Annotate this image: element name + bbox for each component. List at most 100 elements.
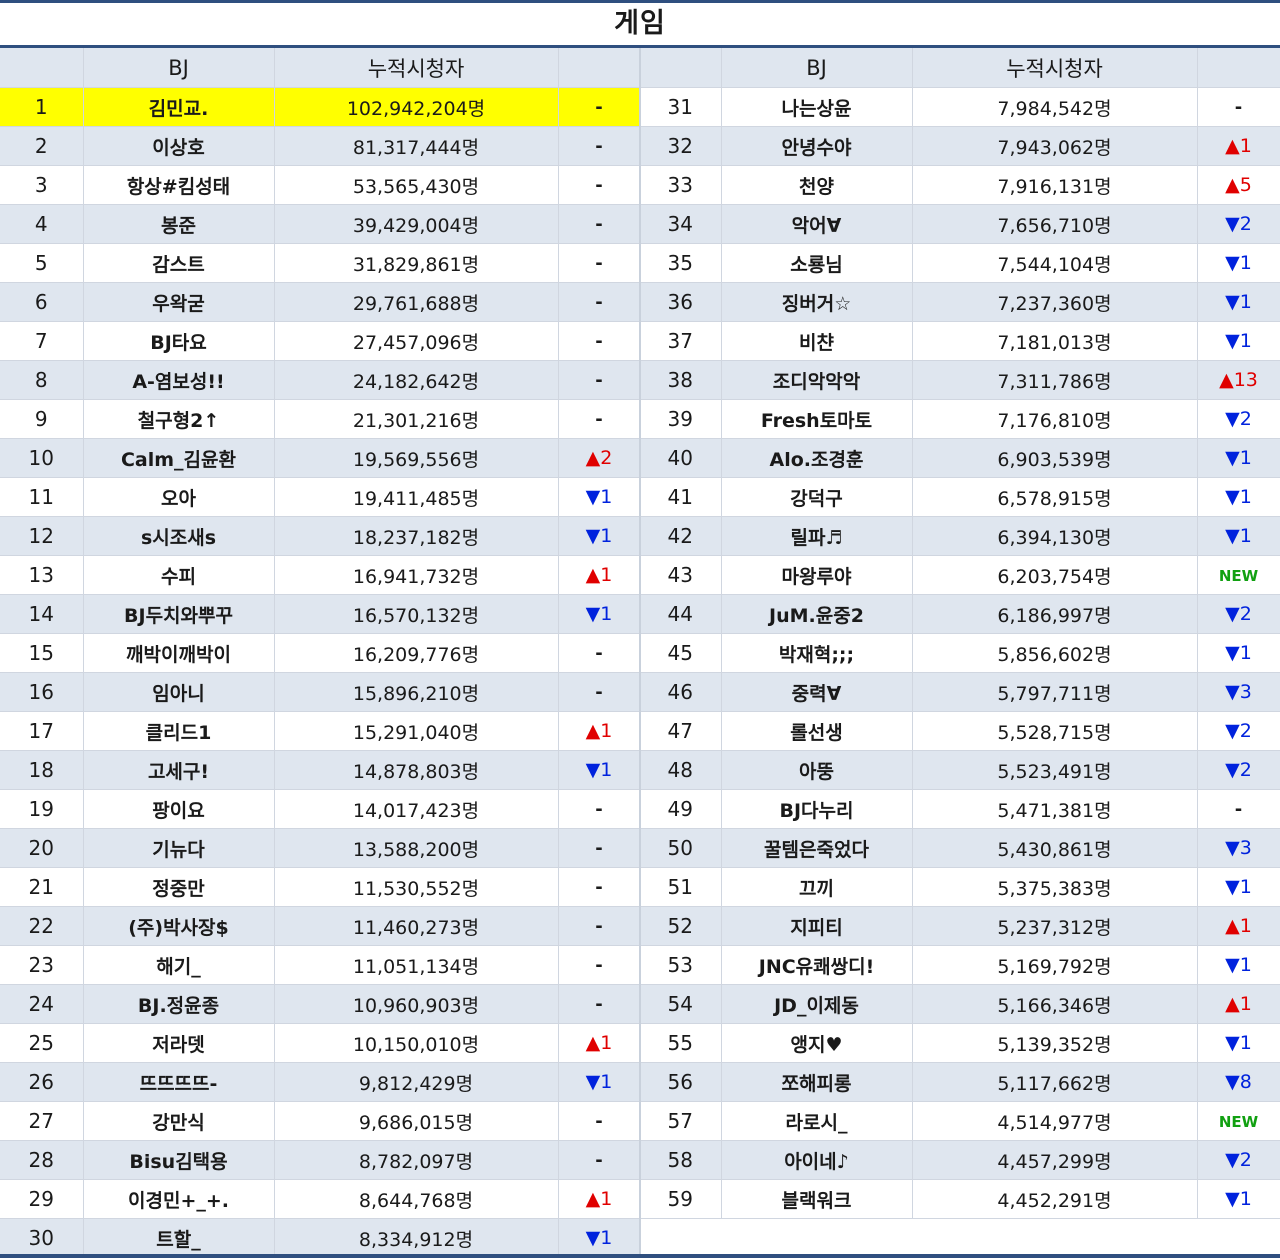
rank-change-cell: ▼1: [1197, 945, 1280, 985]
table-row: 5 감스트 31,829,861명 -: [0, 243, 641, 283]
change-indicator: -: [595, 253, 603, 274]
rank-cell: 2: [0, 126, 84, 166]
rank-change-cell: NEW: [1197, 555, 1280, 595]
table-row: 13 수피 16,941,732명 ▲1: [0, 555, 641, 595]
rank-cell: 21: [0, 867, 84, 907]
rank-change-cell: ▼2: [1197, 594, 1280, 634]
rank-change-cell: ▼3: [1197, 828, 1280, 868]
rank-change-cell: -: [558, 633, 641, 673]
rank-cell: 5: [0, 243, 84, 283]
viewer-count-cell: 19,569,556명: [274, 438, 559, 478]
ranking-body-right: 31 나는상윤 7,984,542명 -32 안녕수야 7,943,062명 ▲1 33 천양 7…: [640, 87, 1280, 1258]
viewer-count-cell: 8,334,912명: [274, 1218, 559, 1258]
rank-cell: 3: [0, 165, 84, 205]
bj-name-cell: Fresh토마토: [721, 399, 913, 439]
rank-cell: 29: [0, 1179, 84, 1219]
bj-name-cell: 쪼해피롱: [721, 1062, 913, 1102]
rank-change-cell: ▼1: [558, 477, 641, 517]
table-row: 31 나는상윤 7,984,542명 -: [640, 87, 1280, 127]
viewer-count-cell: 7,943,062명: [912, 126, 1198, 166]
rank-cell: 52: [640, 906, 722, 946]
table-row: 52 지피티 5,237,312명 ▲1: [640, 906, 1280, 946]
table-row: 3 항상#킴성태 53,565,430명 -: [0, 165, 641, 205]
table-row: 25 저라뎃 10,150,010명 ▲1: [0, 1023, 641, 1063]
rank-cell: 35: [640, 243, 722, 283]
viewer-count-cell: 81,317,444명: [274, 126, 559, 166]
viewer-count-cell: 5,166,346명: [912, 984, 1198, 1024]
change-indicator: ▲1: [585, 1032, 613, 1054]
change-indicator: ▼1: [585, 759, 613, 781]
viewer-count-cell: 15,291,040명: [274, 711, 559, 751]
rank-cell: 33: [640, 165, 722, 205]
rank-cell: 12: [0, 516, 84, 556]
ranking-body-left: 1 김민교. 102,942,204명 -2 이상호 81,317,444명 -3 항상#킴성…: [0, 87, 641, 1258]
bj-name-cell: 박재혁;;;: [721, 633, 913, 673]
bj-name-cell: BJ두치와뿌꾸: [83, 594, 275, 634]
table-row: 29 이경민+_+. 8,644,768명 ▲1: [0, 1179, 641, 1219]
rank-change-cell: ▼2: [1197, 711, 1280, 751]
viewer-count-cell: 6,203,754명: [912, 555, 1198, 595]
ranking-sheet: 게임 BJ 누적시청자 1 김민교. 102,942,204명 -2 이상호 81,317…: [0, 0, 1280, 1260]
rank-change-cell: -: [558, 828, 641, 868]
viewer-count-cell: 4,452,291명: [912, 1179, 1198, 1219]
bj-name-cell: 아뚱: [721, 750, 913, 790]
change-indicator: NEW: [1218, 1113, 1259, 1131]
rank-change-cell: ▼2: [1197, 750, 1280, 790]
rank-change-cell: ▼3: [1197, 672, 1280, 712]
bj-name-cell: 기뉴다: [83, 828, 275, 868]
viewer-count-cell: 7,237,360명: [912, 282, 1198, 322]
table-row: 46 중력∀ 5,797,711명 ▼3: [640, 672, 1280, 712]
table-row: 43 마왕루야 6,203,754명 NEW: [640, 555, 1280, 595]
rank-cell: 57: [640, 1101, 722, 1141]
rank-cell: 42: [640, 516, 722, 556]
table-row: 12 s시조새s 18,237,182명 ▼1: [0, 516, 641, 556]
change-indicator: ▼1: [1225, 876, 1252, 898]
change-indicator: ▼1: [1225, 291, 1252, 313]
change-indicator: ▲1: [1225, 993, 1252, 1015]
rank-change-cell: ▲1: [558, 711, 641, 751]
rank-change-cell: ▼2: [1197, 204, 1280, 244]
table-row: 38 조디악악악 7,311,786명 ▲13: [640, 360, 1280, 400]
bj-name-cell: 조디악악악: [721, 360, 913, 400]
viewer-count-cell: 4,514,977명: [912, 1101, 1198, 1141]
header-viewers: 누적시청자: [274, 48, 559, 88]
rank-change-cell: ▲1: [558, 1023, 641, 1063]
rank-cell: 36: [640, 282, 722, 322]
bj-name-cell: 악어∀: [721, 204, 913, 244]
rank-change-cell: ▼1: [1197, 321, 1280, 361]
rank-cell: 19: [0, 789, 84, 829]
rank-cell: 32: [640, 126, 722, 166]
change-indicator: ▼2: [1225, 720, 1252, 742]
rank-cell: 14: [0, 594, 84, 634]
rank-change-cell: ▼1: [1197, 1179, 1280, 1219]
bj-name-cell: BJ.정윤종: [83, 984, 275, 1024]
rank-cell: 26: [0, 1062, 84, 1102]
change-indicator: -: [595, 877, 603, 898]
rank-change-cell: ▼1: [1197, 516, 1280, 556]
table-row: 16 임아니 15,896,210명 -: [0, 672, 641, 712]
rank-cell: 49: [640, 789, 722, 829]
header-change: [1197, 48, 1280, 88]
change-indicator: ▼1: [585, 486, 613, 508]
viewer-count-cell: 9,686,015명: [274, 1101, 559, 1141]
table-row: 28 Bisu김택용 8,782,097명 -: [0, 1140, 641, 1180]
rank-change-cell: -: [558, 126, 641, 166]
bj-name-cell: 징버거☆: [721, 282, 913, 322]
table-row: 22 (주)박사장$ 11,460,273명 -: [0, 906, 641, 946]
bj-name-cell: 클리드1: [83, 711, 275, 751]
table-row: 33 천양 7,916,131명 ▲5: [640, 165, 1280, 205]
change-indicator: ▼1: [1225, 642, 1252, 664]
rank-cell: 47: [640, 711, 722, 751]
rank-change-cell: -: [1197, 789, 1280, 829]
rank-cell: 30: [0, 1218, 84, 1258]
bj-name-cell: JD_이제동: [721, 984, 913, 1024]
change-indicator: -: [595, 175, 603, 196]
viewer-count-cell: 5,471,381명: [912, 789, 1198, 829]
change-indicator: -: [595, 916, 603, 937]
rank-cell: 46: [640, 672, 722, 712]
rank-cell: 58: [640, 1140, 722, 1180]
change-indicator: ▼3: [1225, 681, 1252, 703]
bj-name-cell: 저라뎃: [83, 1023, 275, 1063]
viewer-count-cell: 6,578,915명: [912, 477, 1198, 517]
change-indicator: ▼1: [1225, 330, 1252, 352]
